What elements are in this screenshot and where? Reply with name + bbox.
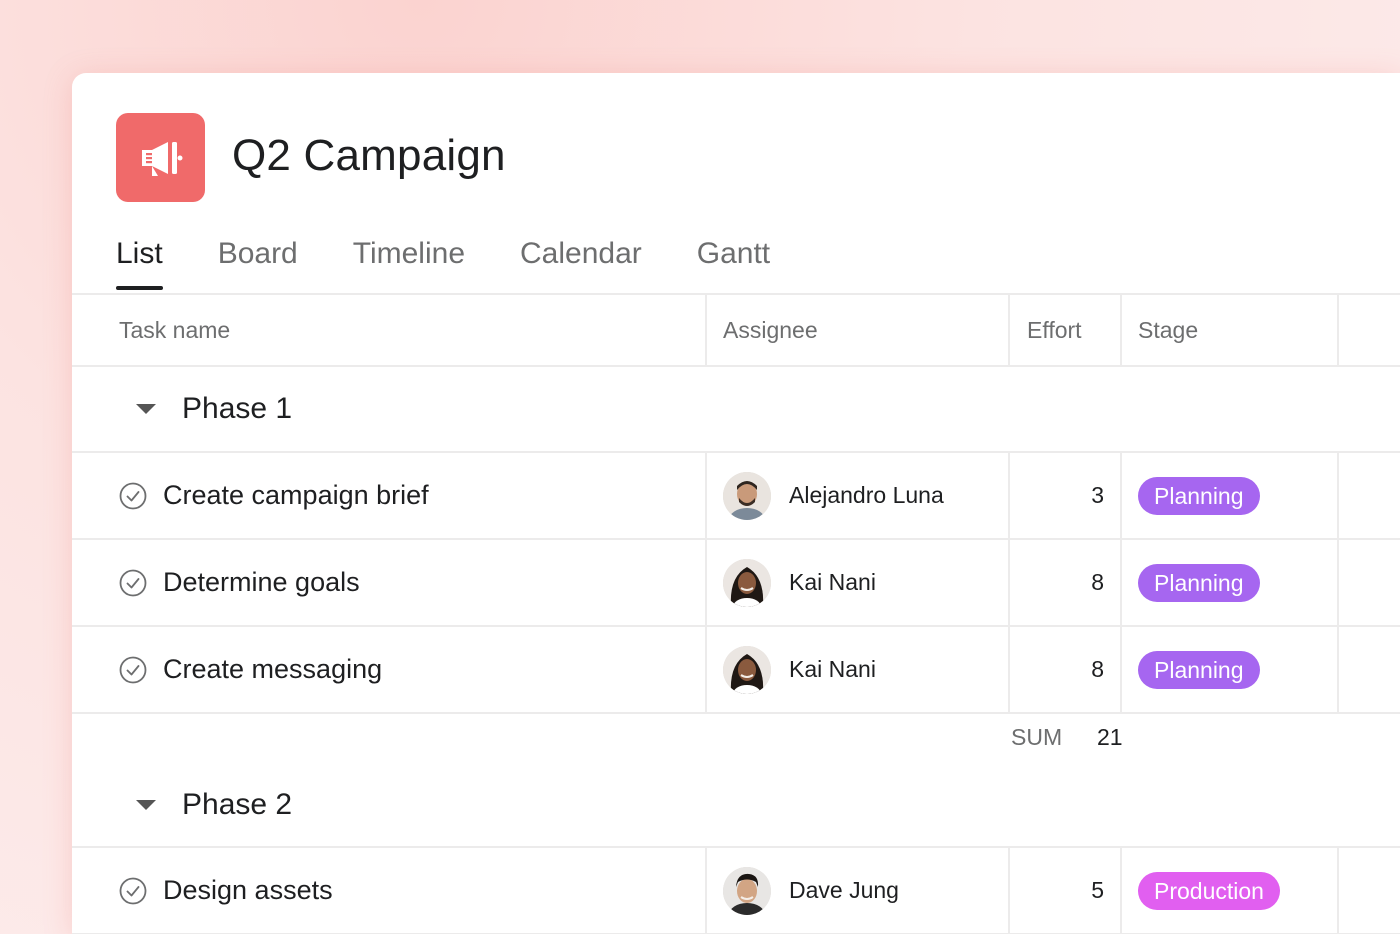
column-divider	[705, 453, 707, 538]
avatar[interactable]	[723, 645, 771, 694]
caret-down-icon[interactable]	[136, 800, 156, 810]
check-circle-icon[interactable]	[119, 482, 147, 510]
column-divider	[1120, 453, 1122, 538]
assignee-cell[interactable]: Alejandro Luna	[723, 453, 1008, 538]
task-name[interactable]: Create messaging	[163, 654, 382, 685]
column-divider	[1337, 627, 1339, 712]
avatar[interactable]	[723, 558, 771, 607]
task-name[interactable]: Design assets	[163, 875, 333, 906]
task-name[interactable]: Determine goals	[163, 567, 360, 598]
column-divider	[1120, 627, 1122, 712]
assignee-cell[interactable]: Dave Jung	[723, 848, 1008, 933]
tab-gantt[interactable]: Gantt	[697, 233, 770, 293]
table-row[interactable]: Create campaign brief Alejandro Luna 3 P…	[72, 453, 1400, 538]
effort-value[interactable]: 5	[1010, 877, 1120, 904]
check-circle-icon[interactable]	[119, 656, 147, 684]
assignee-cell[interactable]: Kai Nani	[723, 627, 1008, 712]
column-divider	[1120, 540, 1122, 625]
assignee-cell[interactable]: Kai Nani	[723, 540, 1008, 625]
check-circle-icon[interactable]	[119, 877, 147, 905]
project-icon[interactable]	[116, 113, 205, 202]
view-tabs: List Board Timeline Calendar Gantt	[116, 233, 825, 293]
effort-value[interactable]: 3	[1010, 482, 1120, 509]
column-divider	[705, 848, 707, 933]
effort-value[interactable]: 8	[1010, 656, 1120, 683]
column-header-stage[interactable]: Stage	[1138, 317, 1198, 344]
assignee-name: Kai Nani	[789, 656, 876, 682]
stage-badge[interactable]: Planning	[1138, 476, 1260, 515]
section-title[interactable]: Phase 1	[182, 392, 292, 426]
tab-list[interactable]: List	[116, 233, 163, 293]
column-divider	[1337, 453, 1339, 538]
sum-value: 21	[1097, 724, 1123, 750]
section-header-phase-1[interactable]: Phase 1	[72, 367, 1400, 451]
tab-timeline[interactable]: Timeline	[353, 233, 465, 293]
column-divider	[1120, 848, 1122, 933]
avatar[interactable]	[723, 471, 771, 520]
task-name[interactable]: Create campaign brief	[163, 480, 429, 511]
tab-calendar[interactable]: Calendar	[520, 233, 642, 293]
column-header-effort[interactable]: Effort	[1027, 317, 1082, 344]
column-header-row: Task name Assignee Effort Stage	[72, 295, 1400, 365]
column-header-task-name[interactable]: Task name	[119, 317, 230, 344]
effort-value[interactable]: 8	[1010, 569, 1120, 596]
stage-badge[interactable]: Planning	[1138, 650, 1260, 689]
section-header-phase-2[interactable]: Phase 2	[72, 764, 1400, 846]
megaphone-icon	[141, 141, 182, 176]
column-divider	[1337, 540, 1339, 625]
column-divider	[1337, 848, 1339, 933]
table-row[interactable]: Create messaging Kai Nani 8 Planning	[72, 627, 1400, 712]
column-divider	[705, 627, 707, 712]
column-divider[interactable]	[1008, 295, 1010, 365]
check-circle-icon[interactable]	[119, 569, 147, 597]
column-divider[interactable]	[705, 295, 707, 365]
section-summary-row: SUM 21	[72, 714, 1400, 764]
column-divider	[705, 540, 707, 625]
assignee-name: Dave Jung	[789, 877, 899, 903]
stage-badge[interactable]: Production	[1138, 871, 1280, 910]
page-title: Q2 Campaign	[232, 131, 506, 180]
tab-board[interactable]: Board	[218, 233, 298, 293]
caret-down-icon[interactable]	[136, 404, 156, 414]
table-row[interactable]: Design assets Dave Jung 5 Production	[72, 848, 1400, 933]
column-divider[interactable]	[1337, 295, 1339, 365]
column-divider[interactable]	[1120, 295, 1122, 365]
column-header-assignee[interactable]: Assignee	[723, 317, 818, 344]
page-backdrop: Q2 Campaign List Board Timeline Calendar…	[0, 0, 1400, 934]
assignee-name: Alejandro Luna	[789, 482, 944, 508]
stage-badge[interactable]: Planning	[1138, 563, 1260, 602]
section-title[interactable]: Phase 2	[182, 788, 292, 822]
project-card: Q2 Campaign List Board Timeline Calendar…	[72, 73, 1400, 934]
table-row[interactable]: Determine goals Kai Nani 8 Planning	[72, 540, 1400, 625]
assignee-name: Kai Nani	[789, 569, 876, 595]
sum-label: SUM	[1011, 724, 1063, 750]
avatar[interactable]	[723, 866, 771, 915]
